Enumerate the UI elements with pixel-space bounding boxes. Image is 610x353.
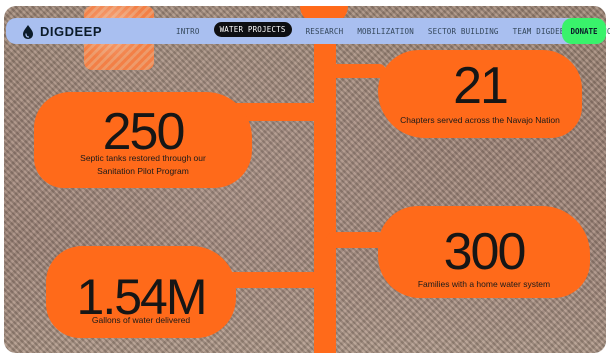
nav-menu: INTRO WATER PROJECTS RESEARCH MOBILIZATI… <box>176 22 610 37</box>
stat-description-line: Gallons of water delivered <box>91 315 191 325</box>
brand-name: DIGDEEP <box>40 24 103 39</box>
donate-button[interactable]: DONATE <box>562 18 606 44</box>
stat-value: 300 <box>443 223 527 281</box>
nav-item-intro[interactable]: INTRO <box>176 27 200 36</box>
nav-item-sector-building[interactable]: SECTOR BUILDING <box>428 27 499 36</box>
page-frame: 250 Septic tanks restored through our Sa… <box>4 6 606 353</box>
nav-item-team-digdeep[interactable]: TEAM DIGDEEP <box>513 27 570 36</box>
stat-card-gallons: 1.54M Gallons of water delivered <box>46 246 236 338</box>
stat-description-line: Septic tanks restored through our <box>80 153 206 163</box>
orange-trunk <box>314 6 336 353</box>
stat-description: Septic tanks restored through our Sanita… <box>34 152 252 178</box>
stat-description: Families with a home water system <box>378 278 590 291</box>
stat-value: 21 <box>453 57 509 115</box>
water-drop-icon <box>23 24 33 39</box>
orange-branch <box>326 64 386 78</box>
stat-card-families: 300 Families with a home water system <box>378 206 590 298</box>
nav-item-mobilization[interactable]: MOBILIZATION <box>357 27 414 36</box>
stat-description: Chapters served across the Navajo Nation <box>378 114 582 127</box>
orange-branch <box>326 232 386 248</box>
stat-description-line: Chapters served across the Navajo Nation <box>400 115 560 125</box>
stat-card-septic: 250 Septic tanks restored through our Sa… <box>34 92 252 188</box>
top-navigation-bar: DIGDEEP INTRO WATER PROJECTS RESEARCH MO… <box>6 18 610 44</box>
stat-description-line: Sanitation Pilot Program <box>97 166 189 176</box>
stat-description-line: Families with a home water system <box>417 279 551 289</box>
stat-description: Gallons of water delivered <box>46 314 236 327</box>
brand[interactable]: DIGDEEP <box>22 24 102 39</box>
nav-item-water-projects[interactable]: WATER PROJECTS <box>213 22 292 37</box>
nav-item-research[interactable]: RESEARCH <box>306 27 344 36</box>
stat-card-chapters: 21 Chapters served across the Navajo Nat… <box>378 50 582 138</box>
